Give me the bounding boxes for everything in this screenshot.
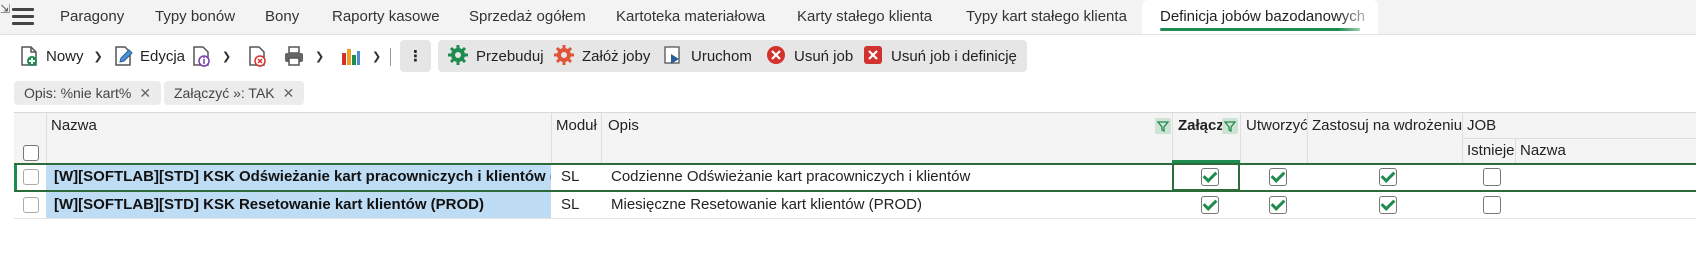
document-delete-button[interactable] bbox=[246, 40, 268, 72]
document-info-icon bbox=[190, 45, 212, 67]
delete-job-definition-button[interactable]: Usuń job i definicję bbox=[853, 40, 1027, 72]
create-jobs-button-label: Załóż joby bbox=[582, 47, 651, 65]
chevron-down-icon[interactable]: ❯ bbox=[372, 50, 381, 63]
column-header-istnieje[interactable]: Istnieje bbox=[1467, 139, 1515, 163]
chart-icon bbox=[340, 45, 362, 67]
delete-job-button[interactable]: Usuń job bbox=[756, 40, 864, 72]
column-header-utworzyc[interactable]: Utworzyć bbox=[1246, 113, 1308, 139]
filter-chip-opis[interactable]: Opis: %nie kart% ✕ bbox=[14, 81, 162, 105]
zalacz-checkbox[interactable] bbox=[1201, 168, 1219, 186]
new-document-icon bbox=[18, 45, 40, 67]
chevron-down-icon[interactable]: ❯ bbox=[222, 50, 231, 63]
zalacz-checkbox[interactable] bbox=[1201, 196, 1219, 214]
tab-raporty-kasowe[interactable]: Raporty kasowe bbox=[332, 0, 440, 34]
column-group-header-job[interactable]: JOB bbox=[1467, 113, 1496, 139]
edit-button[interactable]: Edycja bbox=[112, 40, 185, 72]
tab-typy-kart-stalego-klienta[interactable]: Typy kart stałego klienta bbox=[966, 0, 1127, 34]
utworzyc-checkbox[interactable] bbox=[1269, 196, 1287, 214]
column-header-modul[interactable]: Moduł bbox=[556, 113, 597, 139]
tab-karty-stalego-klienta[interactable]: Karty stałego klienta bbox=[797, 0, 932, 34]
column-header-job-nazwa[interactable]: Nazwa bbox=[1520, 139, 1566, 163]
row-checkbox[interactable] bbox=[23, 169, 39, 185]
cell-nazwa[interactable]: [W][SOFTLAB][STD] KSK Resetowanie kart k… bbox=[46, 192, 551, 218]
column-header-opis[interactable]: Opis bbox=[608, 113, 639, 139]
resize-corner-icon: ⇲ bbox=[0, 2, 11, 16]
gear-icon bbox=[448, 45, 470, 67]
filter-chip-label: Załączyć »: TAK bbox=[174, 85, 275, 101]
tab-typy-bonow[interactable]: Typy bonów bbox=[155, 0, 235, 34]
new-button[interactable]: Nowy ❯ bbox=[18, 40, 103, 72]
document-delete-icon bbox=[246, 45, 268, 67]
create-jobs-button[interactable]: Załóż joby bbox=[544, 40, 661, 72]
row-focus-indicator bbox=[14, 164, 17, 190]
more-options-button[interactable]: ⋮ bbox=[400, 40, 431, 72]
cell-opis[interactable]: Miesięczne Resetowanie kart klientów (PR… bbox=[611, 192, 1166, 218]
table-row[interactable]: [W][SOFTLAB][STD] KSK Resetowanie kart k… bbox=[14, 192, 1696, 219]
tab-definicja-jobow[interactable]: Definicja jobów bazodanowych bbox=[1142, 0, 1378, 34]
delete-job-definition-button-label: Usuń job i definicję bbox=[891, 47, 1017, 65]
delete-job-button-label: Usuń job bbox=[794, 47, 854, 65]
istnieje-checkbox[interactable] bbox=[1483, 168, 1501, 186]
close-icon[interactable]: ✕ bbox=[283, 85, 295, 101]
table-row[interactable]: [W][SOFTLAB][STD] KSK Odświeżanie kart p… bbox=[14, 163, 1696, 191]
print-icon bbox=[283, 45, 305, 67]
zastosuj-checkbox[interactable] bbox=[1379, 196, 1397, 214]
column-header-zastosuj[interactable]: Zastosuj na wdrożeniu bbox=[1312, 113, 1462, 139]
cell-modul[interactable]: SL bbox=[561, 164, 601, 190]
edit-icon bbox=[112, 45, 134, 67]
gear-icon bbox=[554, 45, 576, 67]
print-button[interactable]: ❯ bbox=[283, 40, 324, 72]
toolbar: Nowy ❯ Edycja ❯ ❯ ❯ ⋮ Przebuduj Załóż jo… bbox=[0, 38, 1696, 74]
cell-opis[interactable]: Codzienne Odświeżanie kart pracowniczych… bbox=[611, 164, 1166, 190]
delete-square-icon bbox=[863, 45, 885, 67]
select-all-checkbox[interactable] bbox=[23, 145, 39, 161]
grid-header: Nazwa Moduł Opis Załącz Utworzyć Zastosu… bbox=[14, 113, 1696, 164]
cell-modul[interactable]: SL bbox=[561, 192, 601, 218]
tab-bony[interactable]: Bony bbox=[265, 0, 299, 34]
column-header-nazwa[interactable]: Nazwa bbox=[51, 113, 97, 139]
tab-kartoteka-materialowa[interactable]: Kartoteka materiałowa bbox=[616, 0, 765, 34]
toolbar-divider bbox=[390, 48, 391, 66]
chevron-down-icon[interactable]: ❯ bbox=[94, 50, 103, 63]
chevron-down-icon[interactable]: ❯ bbox=[315, 50, 324, 63]
data-grid: Nazwa Moduł Opis Załącz Utworzyć Zastosu… bbox=[14, 112, 1696, 219]
delete-circle-icon bbox=[766, 45, 788, 67]
tab-label: Definicja jobów bazodanowych bbox=[1160, 8, 1366, 25]
cell-nazwa[interactable]: [W][SOFTLAB][STD] KSK Odświeżanie kart p… bbox=[46, 164, 551, 190]
tab-paragony[interactable]: Paragony bbox=[60, 0, 124, 34]
utworzyc-checkbox[interactable] bbox=[1269, 168, 1287, 186]
close-icon[interactable]: ✕ bbox=[139, 85, 151, 101]
more-vert-icon: ⋮ bbox=[408, 48, 423, 65]
filter-chip-label: Opis: %nie kart% bbox=[24, 85, 132, 101]
column-header-zalacz[interactable]: Załącz bbox=[1178, 113, 1224, 139]
play-icon bbox=[663, 45, 685, 67]
zastosuj-checkbox[interactable] bbox=[1379, 168, 1397, 186]
run-button[interactable]: Uruchom bbox=[653, 40, 762, 72]
document-info-button[interactable]: ❯ bbox=[190, 40, 231, 72]
filter-chip-zalaczyc[interactable]: Załączyć »: TAK ✕ bbox=[164, 81, 305, 105]
istnieje-checkbox[interactable] bbox=[1483, 196, 1501, 214]
hamburger-icon[interactable] bbox=[12, 8, 34, 26]
tab-bar: ⇲ Paragony Typy bonów Bony Raporty kasow… bbox=[0, 0, 1696, 35]
new-button-label: Nowy bbox=[46, 47, 84, 65]
filter-icon[interactable] bbox=[1155, 118, 1171, 134]
row-checkbox[interactable] bbox=[23, 197, 39, 213]
active-tab-indicator bbox=[1160, 28, 1360, 31]
filter-icon[interactable] bbox=[1222, 118, 1238, 134]
tab-sprzedaz-ogolem[interactable]: Sprzedaż ogółem bbox=[469, 0, 586, 34]
rebuild-button-label: Przebuduj bbox=[476, 47, 544, 65]
run-button-label: Uruchom bbox=[691, 47, 752, 65]
rebuild-button[interactable]: Przebuduj bbox=[438, 40, 554, 72]
chart-button[interactable]: ❯ bbox=[340, 40, 381, 72]
edit-button-label: Edycja bbox=[140, 47, 186, 65]
